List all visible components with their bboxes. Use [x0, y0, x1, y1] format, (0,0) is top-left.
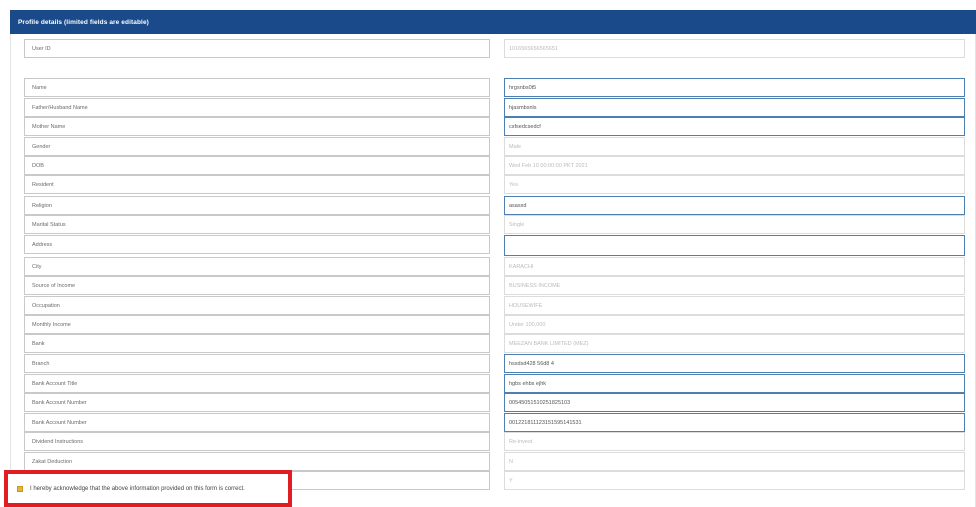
religion-input[interactable]: asasxd [504, 196, 965, 215]
field-row-bank: Bank MEEZAN BANK LIMITED (MEZ) [11, 334, 976, 354]
religion-label: Religion [24, 196, 490, 215]
bank-label: Bank [24, 334, 490, 353]
bank-account-title-label: Bank Account Title [24, 374, 490, 393]
dob-input: Wed Feb 10 00:00:00 PKT 2021 [504, 156, 965, 175]
occupation-input: HOUSEWIFE [504, 296, 965, 315]
marital-status-input: Single [504, 215, 965, 234]
field-row-dividend-instructions: Dividend Instructions Re-invest [11, 432, 976, 452]
field-row-branch: Branch hssdsd428 56d8 4 [11, 354, 976, 374]
field-row-resident: Resident Yes [11, 175, 976, 195]
field-row-source-of-income: Source of Income BUSINESS INCOME [11, 276, 976, 296]
bank-account-title-input[interactable]: hgbs ehbs ejhk [504, 374, 965, 393]
bank-account-number-2-label: Bank Account Number [24, 413, 490, 432]
mother-name-label: Mother Name [24, 117, 490, 136]
field-row-name: Name hrgsnbs0t5 [11, 78, 976, 98]
extra-field-input: Y [504, 471, 965, 490]
dividend-instructions-input: Re-invest [504, 432, 965, 451]
field-row-marital-status: Marital Status Single [11, 215, 976, 235]
field-row-father-husband-name: Father/Husband Name hjasmbsnls [11, 98, 976, 118]
zakat-deduction-label: Zakat Deduction [24, 452, 490, 471]
profile-details-panel: Profile details (limited fields are edit… [10, 10, 976, 507]
zakat-deduction-input: N [504, 452, 965, 471]
address-input[interactable] [504, 235, 965, 256]
bank-input: MEEZAN BANK LIMITED (MEZ) [504, 334, 965, 353]
monthly-income-input: Under 100,000 [504, 315, 965, 334]
field-row-zakat-deduction: Zakat Deduction N [11, 452, 976, 472]
field-row-religion: Religion asasxd [11, 196, 976, 216]
bank-account-number-label: Bank Account Number [24, 393, 490, 412]
dividend-instructions-label: Dividend Instructions [24, 432, 490, 451]
profile-form: User ID 1016565656565651 Name hrgsnbs0t5 Fat… [10, 34, 976, 507]
city-label: City [24, 257, 490, 276]
acknowledge-checkbox[interactable] [17, 485, 23, 492]
gender-label: Gender [24, 137, 490, 156]
name-label: Name [24, 78, 490, 97]
user-id-input: 1016565656565651 [504, 39, 965, 58]
field-row-gender: Gender Male [11, 137, 976, 157]
source-of-income-input: BUSINESS INCOME [504, 276, 965, 295]
field-row-monthly-income: Monthly Income Under 100,000 [11, 315, 976, 335]
marital-status-label: Marital Status [24, 215, 490, 234]
field-row-dob: DOB Wed Feb 10 00:00:00 PKT 2021 [11, 156, 976, 176]
branch-input[interactable]: hssdsd428 56d8 4 [504, 354, 965, 373]
resident-label: Resident [24, 175, 490, 194]
field-row-address: Address [11, 235, 976, 256]
address-label: Address [24, 235, 490, 254]
bank-account-number-input[interactable]: 00545051510251825103 [504, 393, 965, 412]
source-of-income-label: Source of Income [24, 276, 490, 295]
panel-header: Profile details (limited fields are edit… [10, 10, 976, 34]
mother-name-input[interactable]: csfsedcsedcf [504, 117, 965, 136]
dob-label: DOB [24, 156, 490, 175]
father-husband-name-input[interactable]: hjasmbsnls [504, 98, 965, 117]
name-input[interactable]: hrgsnbs0t5 [504, 78, 965, 97]
monthly-income-label: Monthly Income [24, 315, 490, 334]
occupation-label: Occupation [24, 296, 490, 315]
city-input: KARACHI [504, 257, 965, 276]
field-row-user-id: User ID 1016565656565651 [11, 39, 976, 59]
user-id-label: User ID [24, 39, 490, 58]
field-row-mother-name: Mother Name csfsedcsedcf [11, 117, 976, 137]
acknowledgement-highlight: I hereby acknowledge that the above info… [4, 470, 292, 507]
resident-input: Yes [504, 175, 965, 194]
acknowledgement-text: I hereby acknowledge that the above info… [30, 485, 245, 492]
field-row-bank-account-number-2: Bank Account Number 001221811123151595141… [11, 413, 976, 433]
field-row-occupation: Occupation HOUSEWIFE [11, 296, 976, 316]
field-row-bank-account-number: Bank Account Number 00545051510251825103 [11, 393, 976, 413]
branch-label: Branch [24, 354, 490, 373]
bank-account-number-2-input[interactable]: 001221811123151595141531 [504, 413, 965, 432]
gender-input: Male [504, 137, 965, 156]
field-row-city: City KARACHI [11, 257, 976, 277]
field-row-bank-account-title: Bank Account Title hgbs ehbs ejhk [11, 374, 976, 394]
father-husband-name-label: Father/Husband Name [24, 98, 490, 117]
